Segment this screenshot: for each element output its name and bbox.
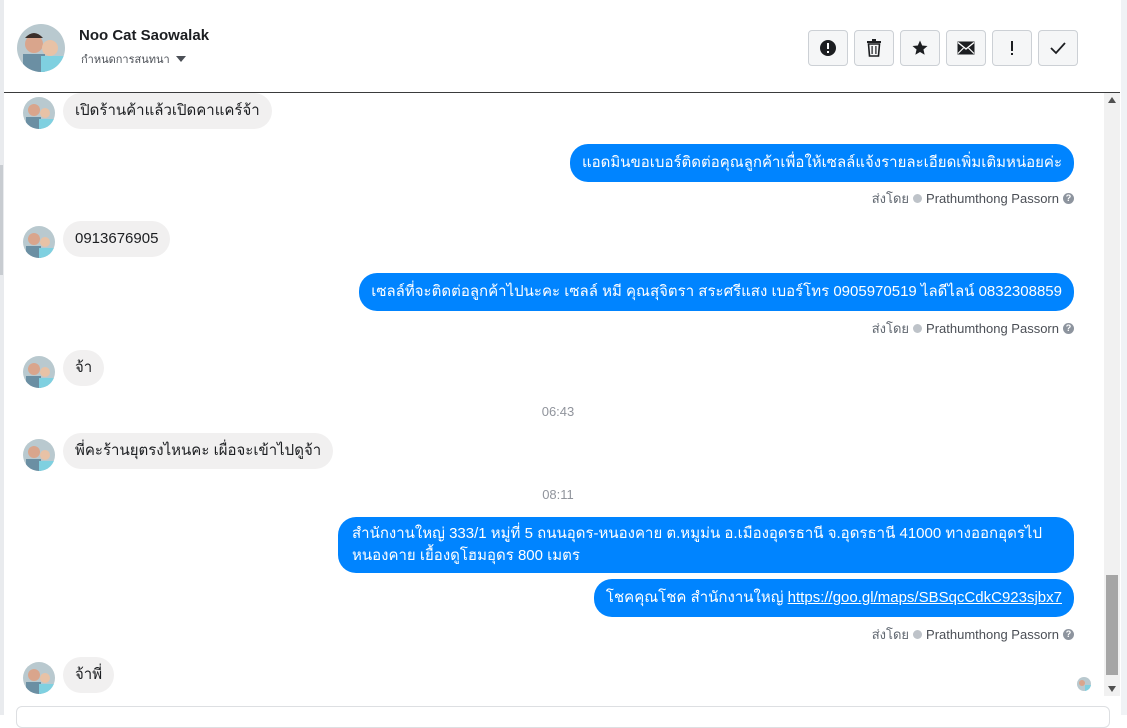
scroll-down-arrow-icon[interactable] — [1108, 686, 1116, 692]
exclamation-circle-icon — [820, 40, 836, 56]
envelope-icon — [957, 41, 975, 55]
incoming-message[interactable]: จ้าพี่ — [63, 657, 115, 693]
mark-unread-button[interactable] — [946, 30, 986, 66]
sent-by-name[interactable]: Prathumthong Passorn — [926, 627, 1059, 642]
exclamation-icon — [1011, 41, 1013, 55]
outgoing-message[interactable]: แอดมินขอเบอร์ติดต่อคุณลูกค้าเพื่อให้เซลล… — [569, 144, 1074, 182]
star-button[interactable] — [900, 30, 940, 66]
sender-avatar[interactable] — [23, 226, 55, 258]
sent-by-label: ส่งโดย — [871, 191, 910, 206]
left-panel-scroll-mark — [0, 165, 3, 275]
caret-down-icon — [175, 56, 186, 62]
incoming-message[interactable]: จ้า — [63, 350, 105, 386]
incoming-message[interactable]: 0913676905 — [63, 221, 171, 257]
incoming-message[interactable]: เปิดร้านค้าแล้วเปิดคาแคร์จ้า — [63, 93, 272, 129]
delete-button[interactable] — [854, 30, 894, 66]
incoming-message[interactable]: พี่คะร้านยุตรงไหนคะ เผื่อจะเข้าไปดูจ้า — [63, 433, 334, 469]
sender-avatar[interactable] — [23, 97, 55, 129]
mark-done-button[interactable] — [1038, 30, 1078, 66]
scroll-up-arrow-icon[interactable] — [1108, 97, 1116, 103]
assign-conversation-label: กำหนดการสนทนา — [81, 54, 170, 66]
message-text: โชคคุณโชค สำนักงานใหญ่ — [605, 589, 788, 606]
mark-spam-button[interactable] — [808, 30, 848, 66]
right-panel-edge — [1121, 0, 1127, 715]
follow-up-button[interactable] — [992, 30, 1032, 66]
sent-by-info: ส่งโดย Prathumthong Passorn ? — [872, 188, 1074, 209]
page-badge-icon — [913, 630, 923, 639]
sent-by-name[interactable]: Prathumthong Passorn — [926, 321, 1059, 336]
sent-by-info: ส่งโดย Prathumthong Passorn ? — [872, 624, 1074, 645]
timestamp: 08:11 — [542, 487, 574, 502]
seen-indicator-avatar — [1077, 677, 1091, 691]
outgoing-message[interactable]: สำนักงานใหญ่ 333/1 หมู่ที่ 5 ถนนอุดร-หนอ… — [338, 517, 1074, 573]
question-icon[interactable]: ? — [1063, 323, 1074, 334]
star-icon — [912, 40, 928, 55]
assign-conversation-dropdown[interactable]: กำหนดการสนทนา — [81, 50, 186, 68]
message-composer[interactable] — [16, 706, 1110, 728]
conversation-header: Noo Cat Saowalak กำหนดการสนทนา — [4, 0, 1120, 93]
message-thread[interactable]: เปิดร้านค้าแล้วเปิดคาแคร์จ้า แอดมินขอเบอ… — [4, 93, 1104, 705]
outgoing-message[interactable]: เซลล์ที่จะติดต่อลูกค้าไปนะคะ เซลล์ หมี ค… — [359, 273, 1074, 311]
sender-avatar[interactable] — [23, 356, 55, 388]
sent-by-name[interactable]: Prathumthong Passorn — [926, 191, 1059, 206]
outgoing-message[interactable]: โชคคุณโชค สำนักงานใหญ่ https://goo.gl/ma… — [593, 579, 1074, 617]
conversation-toolbar — [808, 30, 1078, 66]
map-link[interactable]: https://goo.gl/maps/SBSqcCdkC923sjbx7 — [788, 589, 1062, 606]
scrollbar-thumb[interactable] — [1106, 575, 1118, 675]
contact-name: Noo Cat Saowalak — [79, 27, 210, 44]
question-icon[interactable]: ? — [1063, 193, 1074, 204]
sent-by-label: ส่งโดย — [871, 321, 910, 336]
page-badge-icon — [913, 194, 923, 203]
trash-icon — [867, 39, 881, 57]
sent-by-info: ส่งโดย Prathumthong Passorn ? — [872, 318, 1074, 339]
page-badge-icon — [913, 324, 923, 333]
question-icon[interactable]: ? — [1063, 629, 1074, 640]
timestamp: 06:43 — [541, 404, 575, 419]
sender-avatar[interactable] — [23, 439, 55, 471]
contact-avatar[interactable] — [17, 24, 65, 72]
sent-by-label: ส่งโดย — [871, 627, 910, 642]
message-scrollbar[interactable] — [1104, 93, 1120, 696]
sender-avatar[interactable] — [23, 662, 55, 694]
check-icon — [1050, 42, 1066, 55]
